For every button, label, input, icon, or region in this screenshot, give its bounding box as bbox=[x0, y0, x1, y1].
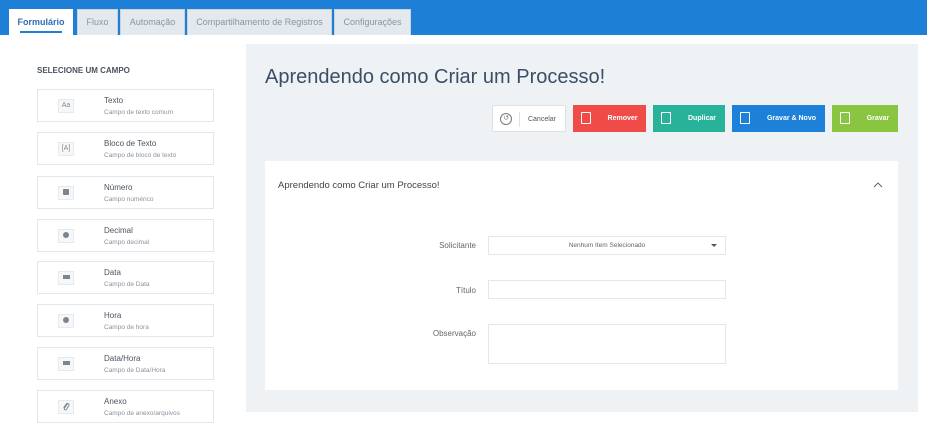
field-description: Campo numérico bbox=[104, 196, 154, 203]
field-item-bloco-de-texto[interactable]: [A] Bloco de Texto Campo de bloco de tex… bbox=[37, 132, 214, 165]
button-label: Remover bbox=[607, 115, 638, 122]
title-input[interactable] bbox=[488, 280, 726, 299]
field-item-decimal[interactable]: Decimal Campo decimal bbox=[37, 219, 214, 252]
calendar-icon bbox=[58, 271, 74, 285]
form-section-card: Aprendendo como Criar um Processo! Solic… bbox=[265, 161, 898, 390]
field-item-data[interactable]: Data Campo de Data bbox=[37, 261, 214, 294]
new-file-icon bbox=[740, 112, 750, 124]
observation-textarea[interactable] bbox=[488, 324, 726, 364]
datetime-icon bbox=[58, 357, 74, 371]
cancel-button[interactable]: ↺ Cancelar bbox=[492, 105, 566, 132]
form-editor: Aprendendo como Criar um Processo! ↺ Can… bbox=[246, 44, 918, 412]
field-name: Bloco de Texto bbox=[104, 139, 157, 148]
tab-fluxo[interactable]: Fluxo bbox=[77, 9, 118, 35]
top-bar: Formulário Fluxo Automação Compartilhame… bbox=[0, 0, 927, 36]
copy-icon bbox=[661, 112, 671, 124]
requester-select[interactable]: Nenhum Item Selecionado bbox=[488, 236, 726, 255]
field-name: Anexo bbox=[104, 397, 127, 406]
caret-down-icon bbox=[711, 244, 717, 247]
tab-label: Compartilhamento de Registros bbox=[196, 17, 323, 27]
tab-label: Fluxo bbox=[86, 17, 109, 27]
tab-compartilhamento[interactable]: Compartilhamento de Registros bbox=[187, 9, 332, 35]
field-item-hora[interactable]: Hora Campo de hora bbox=[37, 304, 214, 337]
tab-automacao[interactable]: Automação bbox=[120, 9, 185, 35]
tab-label: Configurações bbox=[343, 17, 402, 27]
requester-label: Solicitante bbox=[439, 241, 476, 250]
requester-selected-value: Nenhum Item Selecionado bbox=[568, 242, 646, 249]
button-label: Duplicar bbox=[687, 115, 716, 122]
field-name: Hora bbox=[104, 311, 122, 320]
paperclip-icon bbox=[58, 400, 74, 414]
field-description: Campo de Data bbox=[104, 281, 150, 288]
field-item-texto[interactable]: Aa Texto Campo de texto comum bbox=[37, 89, 214, 122]
undo-icon: ↺ bbox=[500, 113, 512, 125]
field-item-anexo[interactable]: Anexo Campo de anexo/arquivos bbox=[37, 390, 214, 423]
save-icon bbox=[840, 112, 850, 124]
text-aa-icon: Aa bbox=[58, 99, 74, 113]
field-description: Campo de hora bbox=[104, 324, 149, 331]
number-icon bbox=[58, 186, 74, 200]
title-label: Título bbox=[455, 286, 476, 295]
field-description: Campo decimal bbox=[104, 239, 150, 246]
duplicate-button[interactable]: Duplicar bbox=[653, 105, 725, 132]
tab-formulario[interactable]: Formulário bbox=[9, 9, 73, 36]
field-description: Campo de anexo/arquivos bbox=[104, 410, 180, 417]
field-name: Número bbox=[104, 183, 133, 192]
section-title: Aprendendo como Criar um Processo! bbox=[278, 180, 440, 191]
button-label: Cancelar bbox=[527, 116, 556, 123]
tab-configuracoes[interactable]: Configurações bbox=[334, 9, 411, 35]
chevron-up-icon[interactable] bbox=[872, 179, 884, 191]
field-name: Data/Hora bbox=[104, 354, 141, 363]
decimal-icon bbox=[58, 229, 74, 243]
text-block-icon: [A] bbox=[58, 142, 74, 156]
clock-icon bbox=[58, 314, 74, 328]
tab-label: Formulário bbox=[17, 17, 65, 27]
button-label: Gravar bbox=[866, 115, 890, 122]
trash-icon bbox=[581, 112, 591, 124]
palette-title: SELECIONE UM CAMPO bbox=[37, 66, 130, 75]
field-item-data-hora[interactable]: Data/Hora Campo de Data/Hora bbox=[37, 347, 214, 380]
field-description: Campo de texto comum bbox=[104, 109, 174, 116]
field-palette: SELECIONE UM CAMPO Aa Texto Campo de tex… bbox=[0, 35, 246, 423]
page-title: Aprendendo como Criar um Processo! bbox=[265, 66, 606, 88]
field-name: Texto bbox=[104, 96, 124, 105]
field-name: Data bbox=[104, 268, 121, 277]
field-description: Campo de Data/Hora bbox=[104, 367, 166, 374]
button-label: Gravar & Novo bbox=[766, 115, 817, 122]
field-name: Decimal bbox=[104, 226, 133, 235]
save-and-new-button[interactable]: Gravar & Novo bbox=[732, 105, 825, 132]
field-item-numero[interactable]: Número Campo numérico bbox=[37, 176, 214, 209]
observation-label: Observação bbox=[432, 329, 476, 338]
tab-label: Automação bbox=[129, 17, 176, 27]
field-description: Campo de bloco de texto bbox=[104, 152, 177, 159]
save-button[interactable]: Gravar bbox=[832, 105, 898, 132]
remove-button[interactable]: Remover bbox=[573, 105, 646, 132]
